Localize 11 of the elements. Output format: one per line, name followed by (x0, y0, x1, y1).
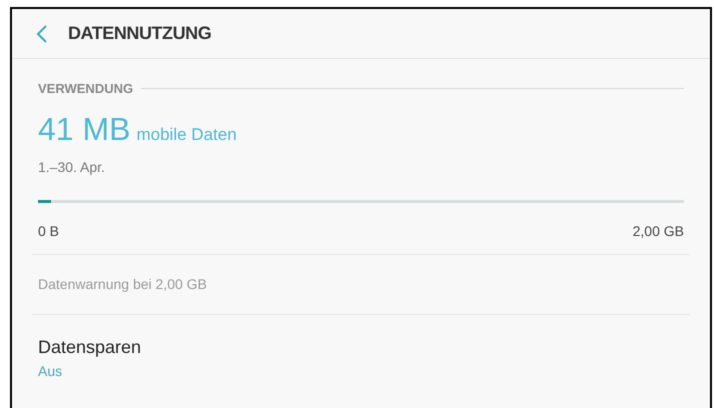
usage-label: mobile Daten (136, 124, 237, 146)
data-saver-status: Aus (38, 362, 64, 381)
data-saver-item[interactable]: Datensparen Aus (12, 315, 710, 382)
page-title: DATENNUTZUNG (68, 22, 212, 45)
section-header: VERWENDUNG (38, 80, 134, 98)
max-label: 2,00 GB (632, 222, 684, 241)
data-saver-title: Datensparen (38, 336, 142, 359)
usage-amount: 41 MB (38, 112, 130, 144)
usage-period: 1.–30. Apr. (38, 158, 106, 177)
back-icon[interactable] (36, 24, 48, 42)
min-label: 0 B (38, 222, 60, 241)
